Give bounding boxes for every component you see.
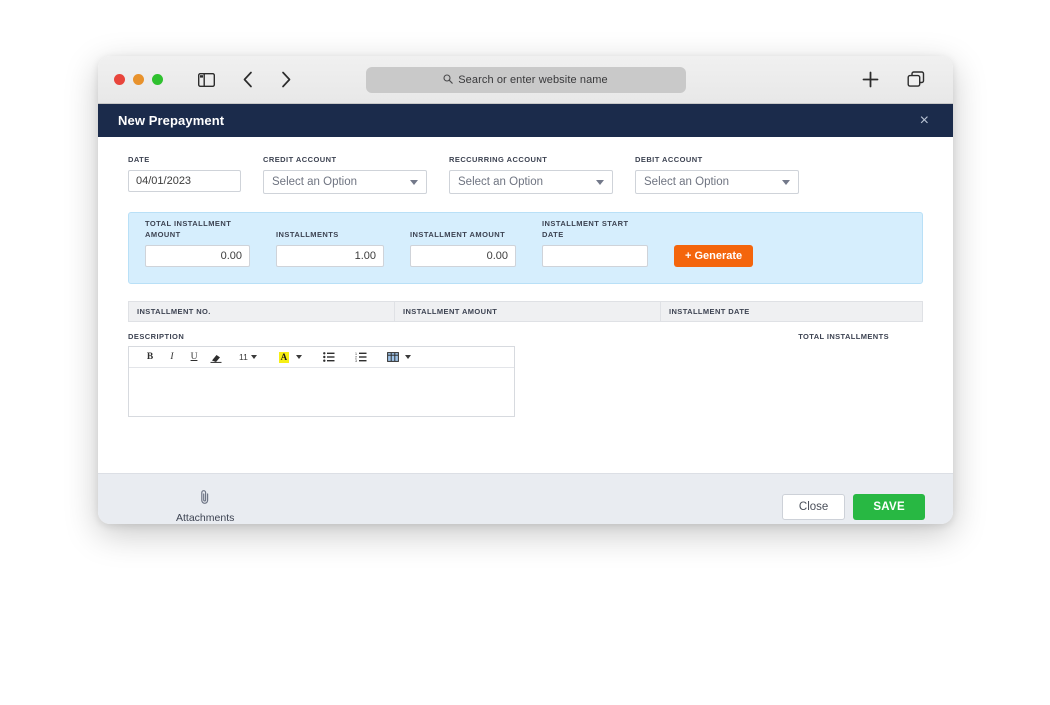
bold-button[interactable]: B bbox=[139, 348, 161, 367]
description-totals-row: DESCRIPTION TOTAL INSTALLMENTS bbox=[128, 332, 923, 341]
close-button[interactable]: Close bbox=[781, 493, 846, 520]
description-editor: B I U 11 A 1 2 3 bbox=[128, 346, 515, 418]
clear-format-icon[interactable] bbox=[205, 348, 227, 367]
credit-account-label: CREDIT ACCOUNT bbox=[263, 155, 337, 164]
recurring-account-label: RECCURRING ACCOUNT bbox=[449, 155, 548, 164]
minimize-window-button[interactable] bbox=[133, 74, 144, 85]
sidebar-toggle-icon[interactable] bbox=[193, 67, 219, 93]
credit-account-select[interactable]: Select an Option bbox=[263, 170, 427, 195]
font-size-chevron-down-icon[interactable] bbox=[250, 355, 257, 360]
browser-right-icons bbox=[857, 67, 937, 93]
browser-toolbar: Search or enter website name bbox=[98, 56, 953, 104]
date-label: DATE bbox=[128, 155, 150, 164]
installment-start-date-group: INSTALLMENT START DATE bbox=[542, 219, 648, 268]
highlight-color-button[interactable]: A bbox=[273, 348, 295, 367]
debit-account-field-group: DEBIT ACCOUNT Select an Option bbox=[635, 155, 799, 195]
chevron-down-icon bbox=[782, 179, 790, 185]
editor-toolbar: B I U 11 A 1 2 3 bbox=[129, 347, 514, 369]
svg-text:3: 3 bbox=[355, 359, 357, 362]
account-fields-row: DATE 04/01/2023 CREDIT ACCOUNT Select an… bbox=[128, 155, 923, 195]
debit-account-select[interactable]: Select an Option bbox=[635, 170, 799, 195]
recurring-account-field-group: RECCURRING ACCOUNT Select an Option bbox=[449, 155, 613, 195]
modal-header: New Prepayment × bbox=[98, 104, 953, 137]
installments-input[interactable]: 1.00 bbox=[276, 245, 384, 268]
paperclip-icon bbox=[199, 489, 211, 510]
debit-account-value: Select an Option bbox=[644, 176, 730, 189]
attachments-button[interactable]: Attachments bbox=[176, 489, 234, 524]
table-icon[interactable] bbox=[382, 348, 404, 367]
installment-start-date-label: INSTALLMENT START DATE bbox=[542, 219, 629, 240]
column-header-installment-date: INSTALLMENT DATE bbox=[669, 307, 750, 317]
installments-label: INSTALLMENTS bbox=[276, 230, 339, 240]
back-chevron-icon[interactable] bbox=[235, 67, 261, 93]
search-icon bbox=[443, 71, 453, 89]
address-bar[interactable]: Search or enter website name bbox=[365, 66, 686, 93]
underline-button[interactable]: U bbox=[183, 348, 205, 367]
maximize-window-button[interactable] bbox=[152, 74, 163, 85]
highlight-letter: A bbox=[278, 351, 290, 363]
credit-account-field-group: CREDIT ACCOUNT Select an Option bbox=[263, 155, 427, 195]
page-title: New Prepayment bbox=[118, 113, 225, 128]
window-controls bbox=[114, 74, 163, 85]
footer-actions: Close SAVE bbox=[781, 493, 925, 520]
credit-account-value: Select an Option bbox=[272, 176, 358, 189]
chevron-down-icon bbox=[410, 179, 418, 185]
installment-amount-group: INSTALLMENT AMOUNT 0.00 bbox=[410, 230, 516, 268]
total-installments-label: TOTAL INSTALLMENTS bbox=[798, 332, 889, 342]
highlight-chevron-down-icon[interactable] bbox=[295, 355, 302, 360]
close-icon[interactable]: × bbox=[916, 111, 933, 131]
address-bar-text: Search or enter website name bbox=[458, 73, 608, 86]
attachments-label: Attachments bbox=[176, 512, 235, 524]
modal-body: DATE 04/01/2023 CREDIT ACCOUNT Select an… bbox=[98, 137, 953, 473]
installment-amount-input[interactable]: 0.00 bbox=[410, 245, 516, 268]
description-textarea[interactable] bbox=[129, 368, 514, 417]
debit-account-label: DEBIT ACCOUNT bbox=[635, 155, 703, 164]
save-button[interactable]: SAVE bbox=[853, 493, 925, 520]
description-label: DESCRIPTION bbox=[128, 332, 185, 342]
italic-button[interactable]: I bbox=[161, 348, 183, 367]
generate-button[interactable]: + Generate bbox=[674, 245, 754, 268]
column-header-installment-no: INSTALLMENT NO. bbox=[129, 302, 395, 322]
font-size-selector[interactable]: 11 bbox=[237, 352, 250, 362]
total-installment-amount-label: TOTAL INSTALLMENT AMOUNT bbox=[145, 219, 232, 239]
date-input[interactable]: 04/01/2023 bbox=[128, 170, 241, 193]
total-installment-amount-group: TOTAL INSTALLMENT AMOUNT 0.00 bbox=[145, 219, 250, 268]
installment-start-date-input[interactable] bbox=[542, 245, 648, 268]
navigation-arrows bbox=[235, 67, 303, 93]
browser-window: Search or enter website name New Prepaym… bbox=[98, 56, 953, 524]
installments-table-header: INSTALLMENT NO. INSTALLMENT AMOUNT INSTA… bbox=[128, 301, 923, 323]
plus-icon[interactable] bbox=[857, 67, 883, 93]
recurring-account-value: Select an Option bbox=[458, 176, 544, 189]
installment-amount-label: INSTALLMENT AMOUNT bbox=[410, 230, 506, 240]
bullet-list-icon[interactable] bbox=[318, 348, 340, 367]
forward-chevron-icon[interactable] bbox=[273, 67, 299, 93]
close-window-button[interactable] bbox=[114, 74, 125, 85]
installments-group: INSTALLMENTS 1.00 bbox=[276, 230, 384, 268]
date-field-group: DATE 04/01/2023 bbox=[128, 155, 241, 194]
table-chevron-down-icon[interactable] bbox=[404, 355, 411, 360]
modal-footer: Attachments Close SAVE bbox=[98, 473, 953, 524]
column-header-installment-amount: INSTALLMENT AMOUNT bbox=[395, 302, 661, 322]
chevron-down-icon bbox=[596, 179, 604, 185]
installment-panel: TOTAL INSTALLMENT AMOUNT 0.00 INSTALLMEN… bbox=[128, 212, 923, 285]
numbered-list-icon[interactable]: 1 2 3 bbox=[350, 348, 372, 367]
recurring-account-select[interactable]: Select an Option bbox=[449, 170, 613, 195]
total-installment-amount-input[interactable]: 0.00 bbox=[145, 245, 250, 268]
tab-overview-icon[interactable] bbox=[903, 67, 929, 93]
